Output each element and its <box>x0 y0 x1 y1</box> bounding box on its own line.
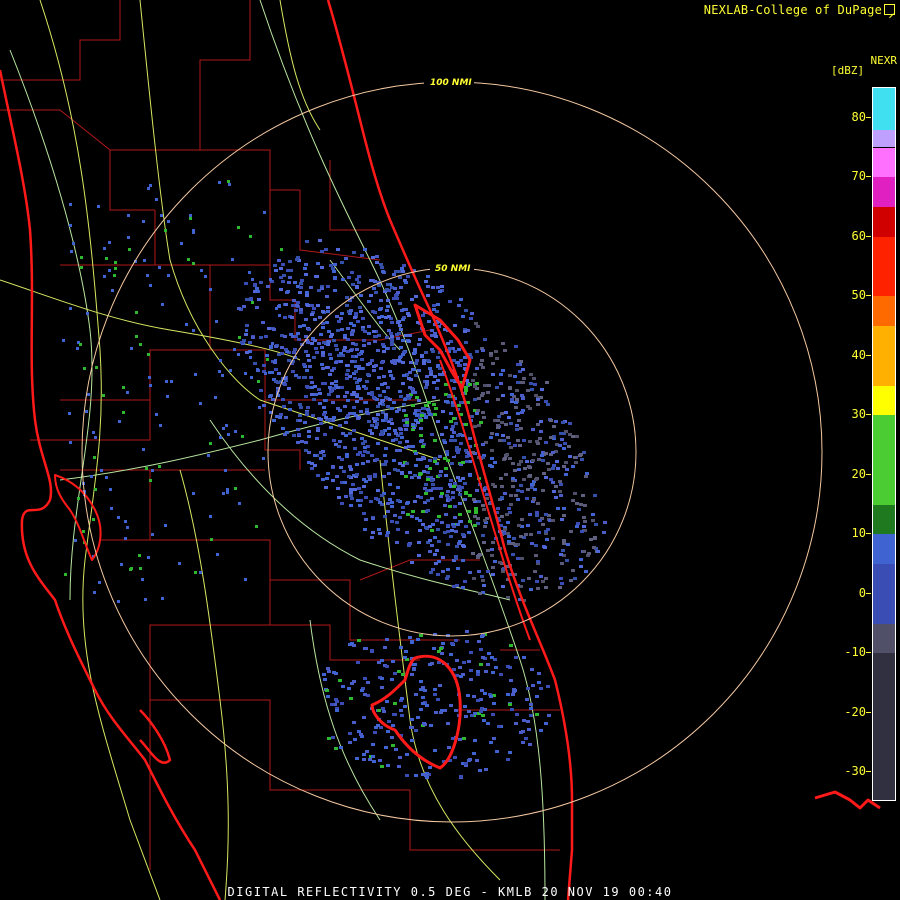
color-scale-segment <box>873 564 895 624</box>
color-scale-tick-mark <box>866 592 871 594</box>
color-scale-segment <box>873 504 895 535</box>
color-scale-tick-mark <box>866 711 871 713</box>
credit-label[interactable]: NEXLAB-College of DuPage <box>704 3 895 17</box>
color-scale-segment <box>873 147 895 178</box>
color-scale-segment <box>873 296 895 326</box>
product-label: NEXR <box>870 54 898 67</box>
credit-text: NEXLAB-College of DuPage <box>703 3 882 17</box>
color-scale-segment <box>873 207 895 237</box>
color-scale-segment <box>873 415 895 505</box>
range-ring-label-50: 50 NMI <box>435 264 471 274</box>
radar-map: 100 NMI 50 NMI <box>0 0 881 900</box>
color-scale-segment <box>873 177 895 207</box>
product-caption: DIGITAL REFLECTIVITY 0.5 DEG - KMLB 20 N… <box>227 885 673 899</box>
color-scale-tick-label: 70 <box>851 169 866 184</box>
color-scale-segment <box>873 623 895 654</box>
range-rings: 100 NMI 50 NMI <box>81 76 823 823</box>
color-scale-tick-mark <box>866 652 871 654</box>
color-scale-tick-label: 20 <box>851 466 866 481</box>
color-scale-tick-mark <box>866 533 871 535</box>
color-scale-segment <box>873 534 895 564</box>
external-link-icon[interactable] <box>884 4 895 15</box>
radar-site-marker <box>449 450 455 456</box>
color-scale-tick-label: 30 <box>851 407 866 422</box>
color-scale-tick-mark <box>866 116 871 118</box>
color-scale-tick-mark <box>866 414 871 416</box>
color-scale-tick-mark <box>866 235 871 237</box>
color-scale-tick-mark <box>866 473 871 475</box>
color-scale-tick-mark <box>866 354 871 356</box>
color-scale-tick-mark <box>866 771 871 773</box>
color-scale-tick-label: 0 <box>858 585 866 600</box>
color-scale-segment <box>873 326 895 386</box>
color-scale-tick-label: 10 <box>851 526 866 541</box>
color-scale-segment <box>873 88 895 130</box>
color-scale-tick-mark <box>866 176 871 178</box>
color-scale-segment <box>873 236 895 297</box>
reflectivity-echoes <box>62 180 607 779</box>
color-scale-bar <box>872 87 896 801</box>
color-scale-segment <box>873 653 895 800</box>
color-scale-segment <box>873 385 895 416</box>
color-scale-tick-label: 50 <box>851 288 866 303</box>
coastline <box>0 0 881 900</box>
color-scale-tick-label: -20 <box>844 704 866 719</box>
color-scale-tick-mark <box>866 295 871 297</box>
color-scale-tick-label: -10 <box>844 645 866 660</box>
range-ring-label-100: 100 NMI <box>430 78 472 88</box>
color-scale-tick-label: 60 <box>851 228 866 243</box>
color-scale-segment <box>873 129 895 148</box>
color-scale-tick-label: 80 <box>851 109 866 124</box>
color-scale-tick-label: -30 <box>844 764 866 779</box>
color-scale-tick-label: 40 <box>851 347 866 362</box>
units-label: [dBZ] <box>831 64 865 77</box>
